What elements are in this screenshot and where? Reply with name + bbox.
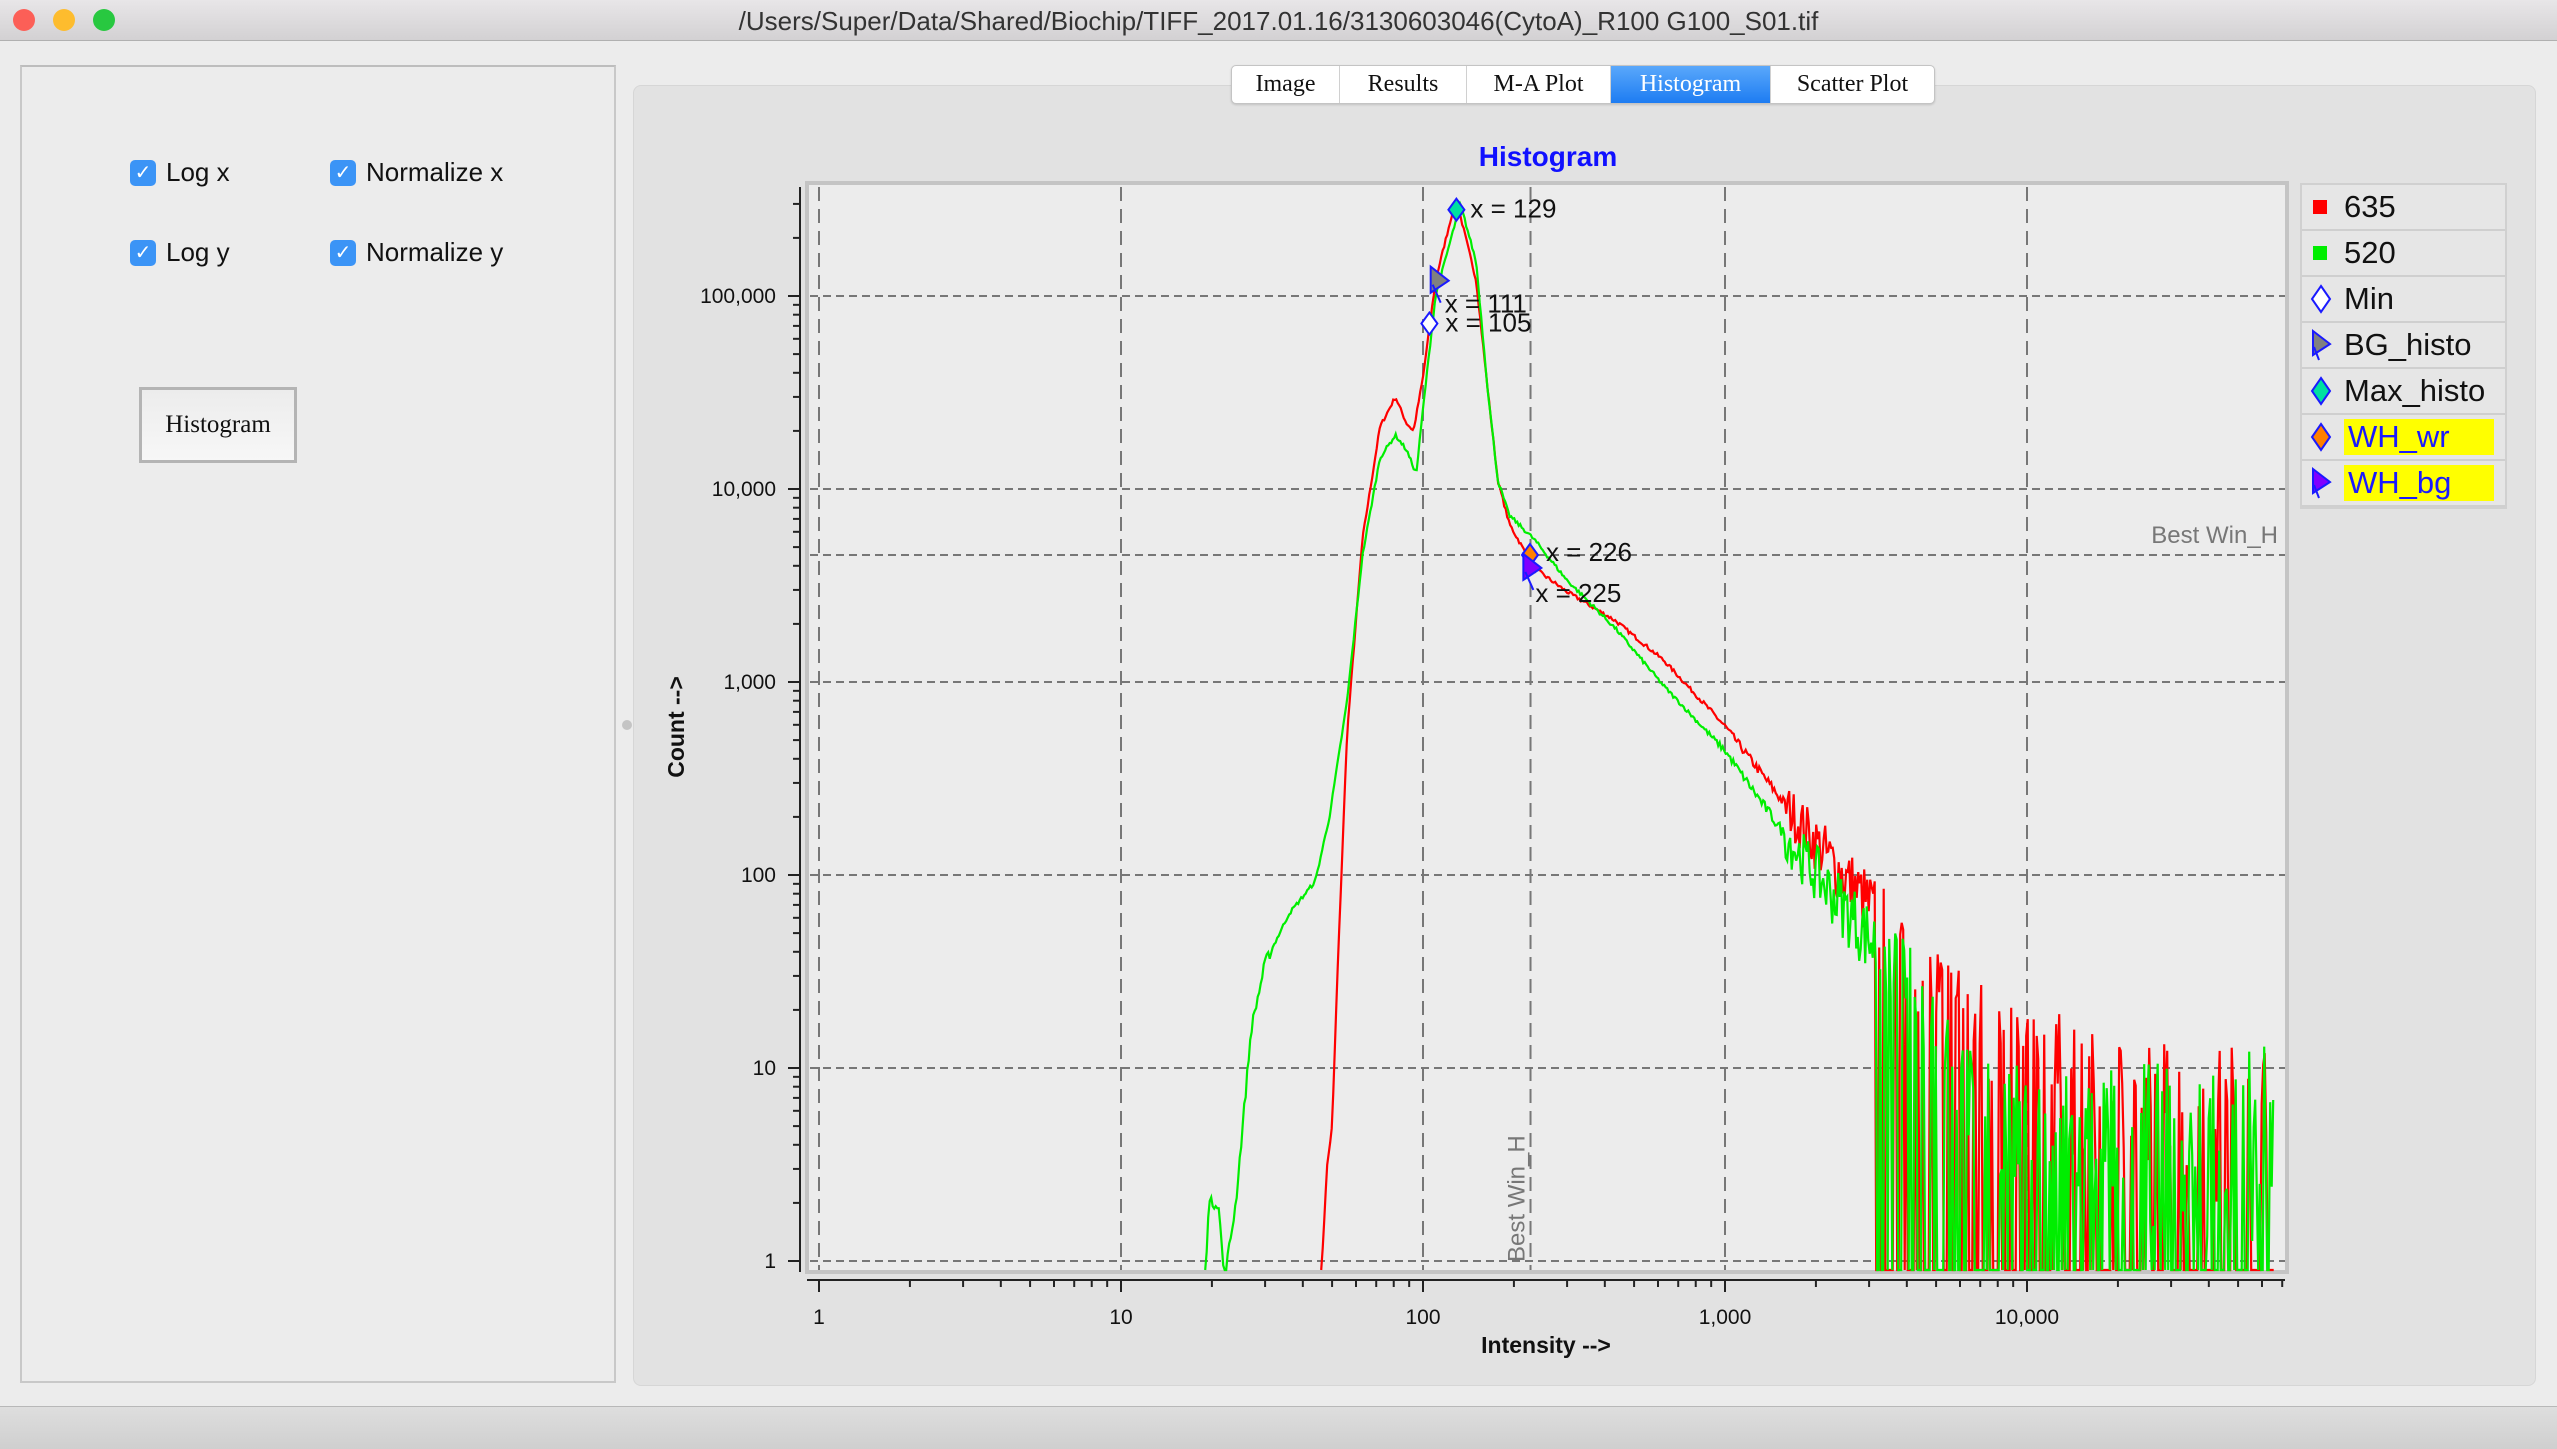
best-win-h-horizontal-label: Best Win_H xyxy=(2151,522,2278,549)
status-bar xyxy=(0,1406,2557,1449)
legend-item-wh_wr[interactable]: WH_wr xyxy=(2302,415,2505,461)
x-tick-label: 100 xyxy=(1405,1306,1440,1329)
x-axis-title: Intensity --> xyxy=(1481,1332,1611,1358)
x-tick-label: 10 xyxy=(1109,1306,1132,1329)
marker-label: x = 226 xyxy=(1546,537,1632,567)
teal-diamond-icon xyxy=(2310,376,2332,406)
legend-item-max_histo[interactable]: Max_histo xyxy=(2302,369,2505,415)
legend-label: WH_wr xyxy=(2344,419,2494,455)
x-tick-label: 1 xyxy=(813,1306,825,1329)
legend-item-bg_histo[interactable]: BG_histo xyxy=(2302,323,2505,369)
y-tick-label: 100,000 xyxy=(700,285,776,308)
legend-item-min[interactable]: Min xyxy=(2302,277,2505,323)
legend-label: BG_histo xyxy=(2344,327,2472,362)
orange-diamond-icon xyxy=(2310,422,2332,452)
marker-label: x = 129 xyxy=(1470,194,1556,224)
x-tick-label: 1,000 xyxy=(1699,1306,1752,1329)
legend-label: Min xyxy=(2344,281,2394,316)
y-tick-label: 10,000 xyxy=(712,478,776,501)
marker-label: x = 105 xyxy=(1445,308,1531,338)
marker-label: x = 225 xyxy=(1535,578,1621,608)
y-axis-title: Count --> xyxy=(663,676,689,778)
red-square-icon xyxy=(2310,196,2332,218)
legend-item-520[interactable]: 520 xyxy=(2302,231,2505,277)
legend-label: Max_histo xyxy=(2344,373,2486,408)
chart-legend: 635 520 Min BG_histo Max_histo WH_wr WH_bg xyxy=(2300,183,2507,509)
chart-title: Histogram xyxy=(1479,141,1617,172)
gray-triangle-icon xyxy=(2310,329,2332,361)
legend-label: WH_bg xyxy=(2344,465,2494,501)
histogram-chart: Histogram Best Win_H Best Win_H 1 10 100 1,00… xyxy=(663,141,2289,1358)
x-tick-label: 10,000 xyxy=(1995,1306,2059,1329)
purple-triangle-icon xyxy=(2310,467,2332,499)
y-tick-label: 10 xyxy=(753,1057,776,1080)
y-tick-label: 1,000 xyxy=(723,671,776,694)
y-tick-label: 100 xyxy=(741,864,776,887)
legend-label: 635 xyxy=(2344,189,2396,224)
green-square-icon xyxy=(2310,242,2332,264)
legend-item-635[interactable]: 635 xyxy=(2302,185,2505,231)
best-win-h-vertical-label: Best Win_H xyxy=(1504,1135,1531,1262)
legend-item-wh_bg[interactable]: WH_bg xyxy=(2302,461,2505,507)
hollow-diamond-icon xyxy=(2310,284,2332,314)
y-tick-label: 1 xyxy=(764,1250,776,1273)
legend-label: 520 xyxy=(2344,235,2396,270)
